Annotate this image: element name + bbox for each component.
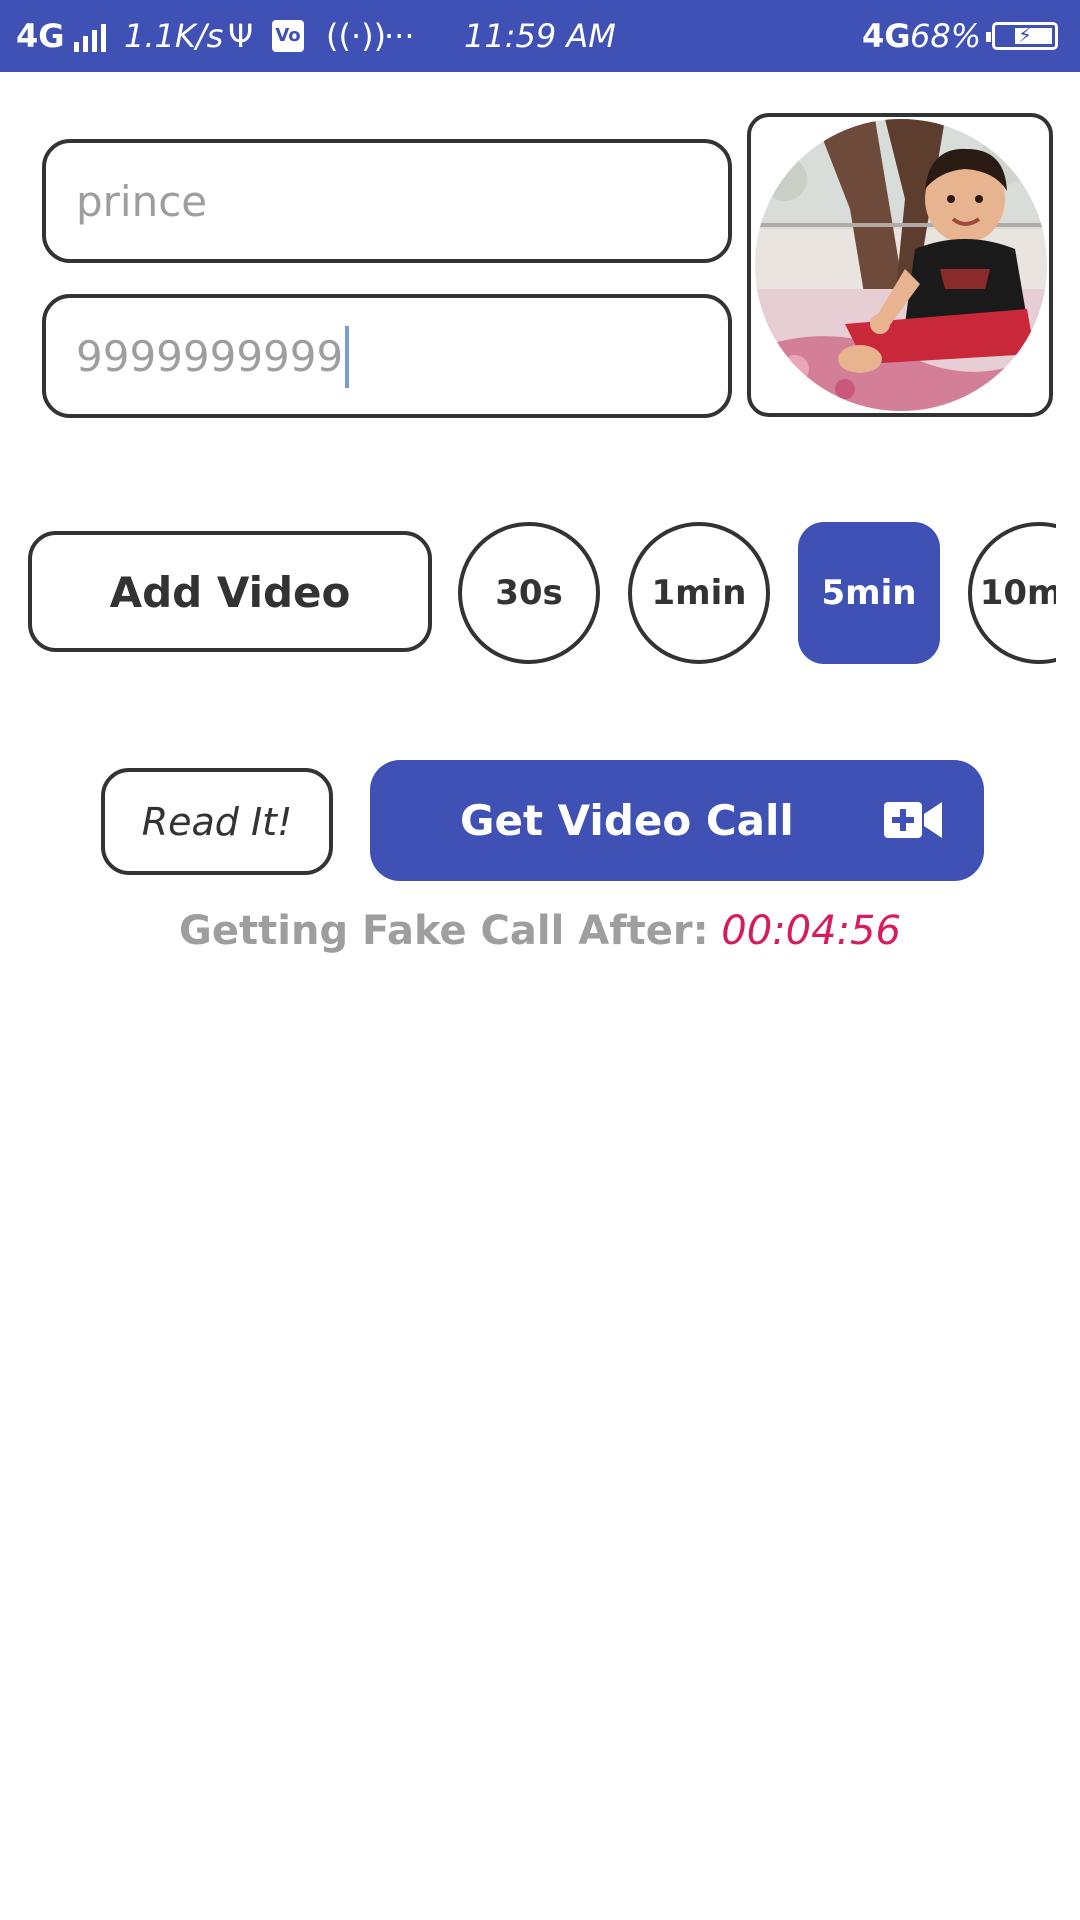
caller-photo-picker[interactable] — [747, 113, 1053, 417]
duration-option-30s[interactable]: 30s — [458, 522, 600, 664]
status-bar: 4G 1.1K/s Ψ Vo ((·)) ··· 11:59 AM 4G 68%… — [0, 0, 1080, 72]
hotspot-icon: ((·)) — [326, 17, 387, 55]
read-it-button[interactable]: Read It! — [101, 768, 333, 875]
caller-number-input[interactable] — [76, 298, 696, 414]
usb-icon: Ψ — [228, 17, 254, 55]
network-speed: 1.1K/s — [124, 17, 224, 55]
network-type: 4G — [16, 17, 65, 55]
fake-call-countdown: Getting Fake Call After: 00:04:56 — [0, 908, 1080, 954]
network-type-secondary: 4G — [862, 17, 911, 55]
charging-icon: ⚡ — [1017, 23, 1033, 47]
caller-number-field[interactable] — [42, 294, 732, 418]
text-cursor — [345, 326, 349, 388]
get-video-call-label: Get Video Call — [460, 796, 794, 845]
countdown-label: Getting Fake Call After: — [179, 908, 709, 954]
duration-option-10min[interactable]: 10min — [968, 522, 1056, 664]
clock: 11:59 AM — [464, 17, 616, 55]
duration-selector[interactable]: 30s 1min 5min 10min — [450, 518, 1056, 668]
caller-name-field[interactable] — [42, 139, 732, 263]
add-video-button[interactable]: Add Video — [28, 531, 432, 652]
get-video-call-button[interactable]: Get Video Call — [370, 760, 984, 881]
video-camera-plus-icon — [884, 802, 942, 838]
caller-name-input[interactable] — [76, 143, 696, 259]
caller-photo[interactable] — [755, 119, 1047, 411]
signal-bars-icon — [74, 24, 110, 52]
battery-icon: ⚡ — [986, 22, 1058, 50]
battery-percent: 68% — [910, 17, 982, 55]
caller-photo-image — [755, 119, 1047, 411]
volte-badge: Vo — [272, 20, 304, 52]
duration-option-1min[interactable]: 1min — [628, 522, 770, 664]
duration-option-5min[interactable]: 5min — [798, 522, 940, 664]
countdown-value: 00:04:56 — [721, 908, 901, 954]
more-notifications-icon: ··· — [384, 17, 415, 55]
